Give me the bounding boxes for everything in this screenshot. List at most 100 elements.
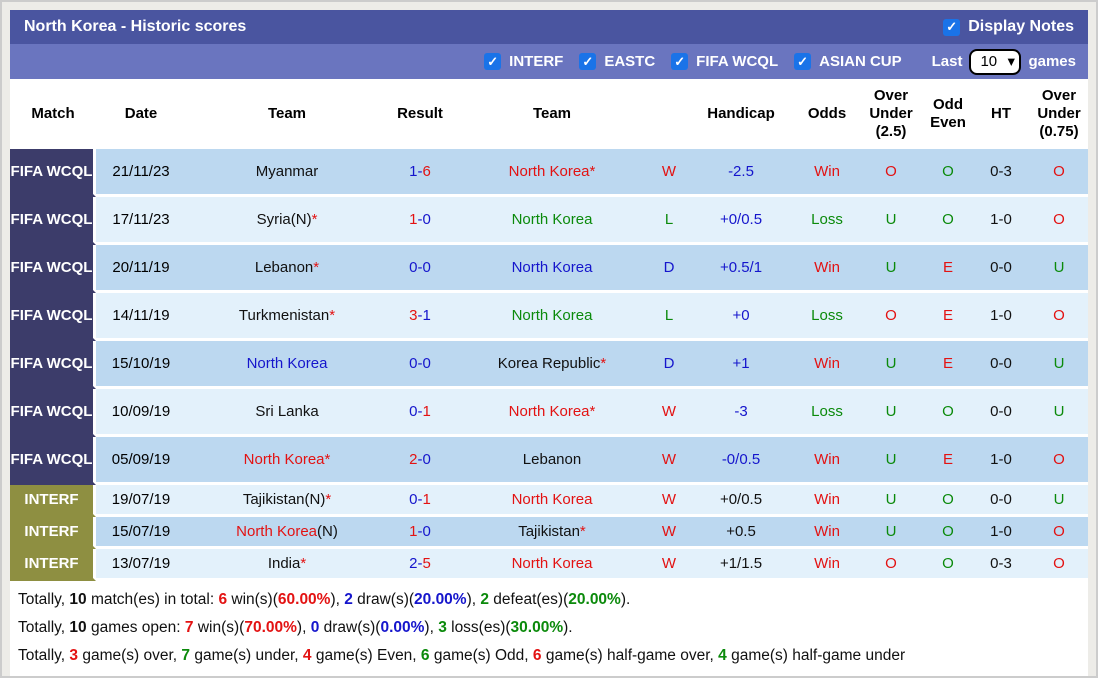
- cell-result: 1-0: [388, 517, 452, 549]
- text-segment: 10: [69, 591, 87, 608]
- cell-result: 1-6: [388, 149, 452, 197]
- cell-handicap: +0.5/1: [686, 245, 796, 293]
- cell-wld: W: [652, 549, 686, 581]
- text-segment: game(s) half-game over,: [541, 647, 719, 664]
- cell-half-time: 0-0: [972, 245, 1030, 293]
- text-segment: ),: [466, 591, 481, 608]
- cell-half-time: 1-0: [972, 197, 1030, 245]
- cell-odds: Win: [796, 149, 858, 197]
- cell-odds: Win: [796, 437, 858, 485]
- cell-away-team: North Korea: [452, 293, 652, 341]
- text-segment: Totally,: [18, 619, 70, 636]
- text-segment: 1: [422, 403, 431, 420]
- cell-date: 15/10/19: [96, 341, 186, 389]
- display-notes-checkbox-icon[interactable]: [943, 18, 961, 36]
- checkbox-icon[interactable]: [484, 53, 502, 70]
- cell-result: 0-0: [388, 341, 452, 389]
- text-segment: game(s) half-game under: [726, 647, 906, 664]
- cell-over-under-075: O: [1030, 197, 1088, 245]
- cell-handicap: +0.5: [686, 517, 796, 549]
- text-segment: India: [267, 555, 301, 572]
- competition-label: INTERF: [10, 485, 96, 517]
- checkbox-icon[interactable]: [794, 53, 812, 70]
- col-header-odds: Odds: [796, 79, 858, 149]
- cell-odds: Loss: [796, 389, 858, 437]
- text-segment: game(s) Odd,: [429, 647, 533, 664]
- cell-over-under-075: U: [1030, 389, 1088, 437]
- cell-result: 0-1: [388, 485, 452, 517]
- cell-over-under-25: U: [858, 197, 924, 245]
- historic-scores-table: Match Date Team Result Team Handicap Odd…: [10, 79, 1088, 581]
- text-segment: game(s) under,: [190, 647, 303, 664]
- cell-handicap: +0/0.5: [686, 485, 796, 517]
- filter-eastc: EASTC: [579, 53, 655, 70]
- text-segment: 20.00%: [568, 591, 621, 608]
- summary-line-total: Totally, 10 match(es) in total: 6 win(s)…: [18, 586, 1080, 614]
- cell-away-team: North Korea: [452, 549, 652, 581]
- cell-odds: Loss: [796, 197, 858, 245]
- summary-section: Totally, 10 match(es) in total: 6 win(s)…: [10, 581, 1088, 676]
- cell-over-under-25: O: [858, 549, 924, 581]
- cell-over-under-075: U: [1030, 341, 1088, 389]
- cell-wld: L: [652, 293, 686, 341]
- cell-result: 0-1: [388, 389, 452, 437]
- text-segment: *: [300, 555, 307, 572]
- cell-result: 2-5: [388, 549, 452, 581]
- text-segment: 3: [69, 647, 79, 664]
- cell-half-time: 0-0: [972, 341, 1030, 389]
- match-row: FIFA WCQL 15/10/19 North Korea 0-0 Korea Rep…: [10, 341, 1088, 389]
- cell-away-team: North Korea*: [452, 389, 652, 437]
- last-label: Last: [931, 53, 963, 70]
- table-header: Match Date Team Result Team Handicap Odd…: [10, 79, 1088, 149]
- text-segment: 6: [422, 163, 431, 180]
- match-row: FIFA WCQL 10/09/19 Sri Lanka 0-1 North Korea…: [10, 389, 1088, 437]
- checkbox-icon[interactable]: [671, 53, 689, 70]
- filter-label: INTERF: [509, 53, 564, 70]
- cell-odd-even: O: [924, 517, 972, 549]
- match-row: FIFA WCQL 21/11/23 Myanmar 1-6 North Korea* W…: [10, 149, 1088, 197]
- cell-over-under-075: O: [1030, 293, 1088, 341]
- cell-wld: D: [652, 341, 686, 389]
- last-games-select[interactable]: 10: [969, 48, 1022, 75]
- match-row: FIFA WCQL 05/09/19 North Korea* 2-0 Lebanon W…: [10, 437, 1088, 485]
- cell-handicap: -0/0.5: [686, 437, 796, 485]
- text-segment: ),: [296, 619, 311, 636]
- text-segment: 6: [420, 647, 430, 664]
- cell-half-time: 1-0: [972, 517, 1030, 549]
- cell-date: 13/07/19: [96, 549, 186, 581]
- cell-half-time: 0-3: [972, 549, 1030, 581]
- text-segment: ).: [620, 591, 631, 608]
- cell-over-under-075: O: [1030, 549, 1088, 581]
- cell-date: 14/11/19: [96, 293, 186, 341]
- cell-away-team: Tajikistan*: [452, 517, 652, 549]
- cell-home-team: North Korea(N): [186, 517, 388, 549]
- cell-odds: Loss: [796, 293, 858, 341]
- cell-home-team: North Korea: [186, 341, 388, 389]
- text-segment: *: [600, 355, 607, 372]
- text-segment: Myanmar: [255, 163, 319, 180]
- cell-odd-even: E: [924, 293, 972, 341]
- text-segment: 1: [409, 523, 418, 540]
- text-segment: 2: [344, 591, 353, 608]
- cell-odds: Win: [796, 245, 858, 293]
- checkbox-icon[interactable]: [579, 53, 597, 70]
- text-segment: win(s)(: [193, 619, 245, 636]
- cell-over-under-25: U: [858, 517, 924, 549]
- text-segment: 1: [422, 491, 431, 508]
- filter-interf: INTERF: [484, 53, 563, 70]
- cell-over-under-25: U: [858, 485, 924, 517]
- text-segment: Sri Lanka: [255, 403, 319, 420]
- text-segment: 30.00%: [510, 619, 564, 636]
- filter-asian-cup: ASIAN CUP: [794, 53, 902, 70]
- text-segment: 10: [69, 619, 87, 636]
- display-notes-label: Display Notes: [968, 18, 1074, 35]
- col-header-over-under-25: Over Under (2.5): [858, 79, 924, 149]
- text-segment: 2: [480, 591, 489, 608]
- cell-over-under-25: U: [858, 437, 924, 485]
- cell-date: 21/11/23: [96, 149, 186, 197]
- match-row: INTERF 19/07/19 Tajikistan(N)* 0-1 North Kor…: [10, 485, 1088, 517]
- display-notes-toggle: Display Notes: [943, 18, 1074, 36]
- last-games-group: Last 10 games: [931, 48, 1076, 75]
- text-segment: 0.00%: [380, 619, 425, 636]
- results-tbody: FIFA WCQL 21/11/23 Myanmar 1-6 North Korea* W…: [10, 149, 1088, 581]
